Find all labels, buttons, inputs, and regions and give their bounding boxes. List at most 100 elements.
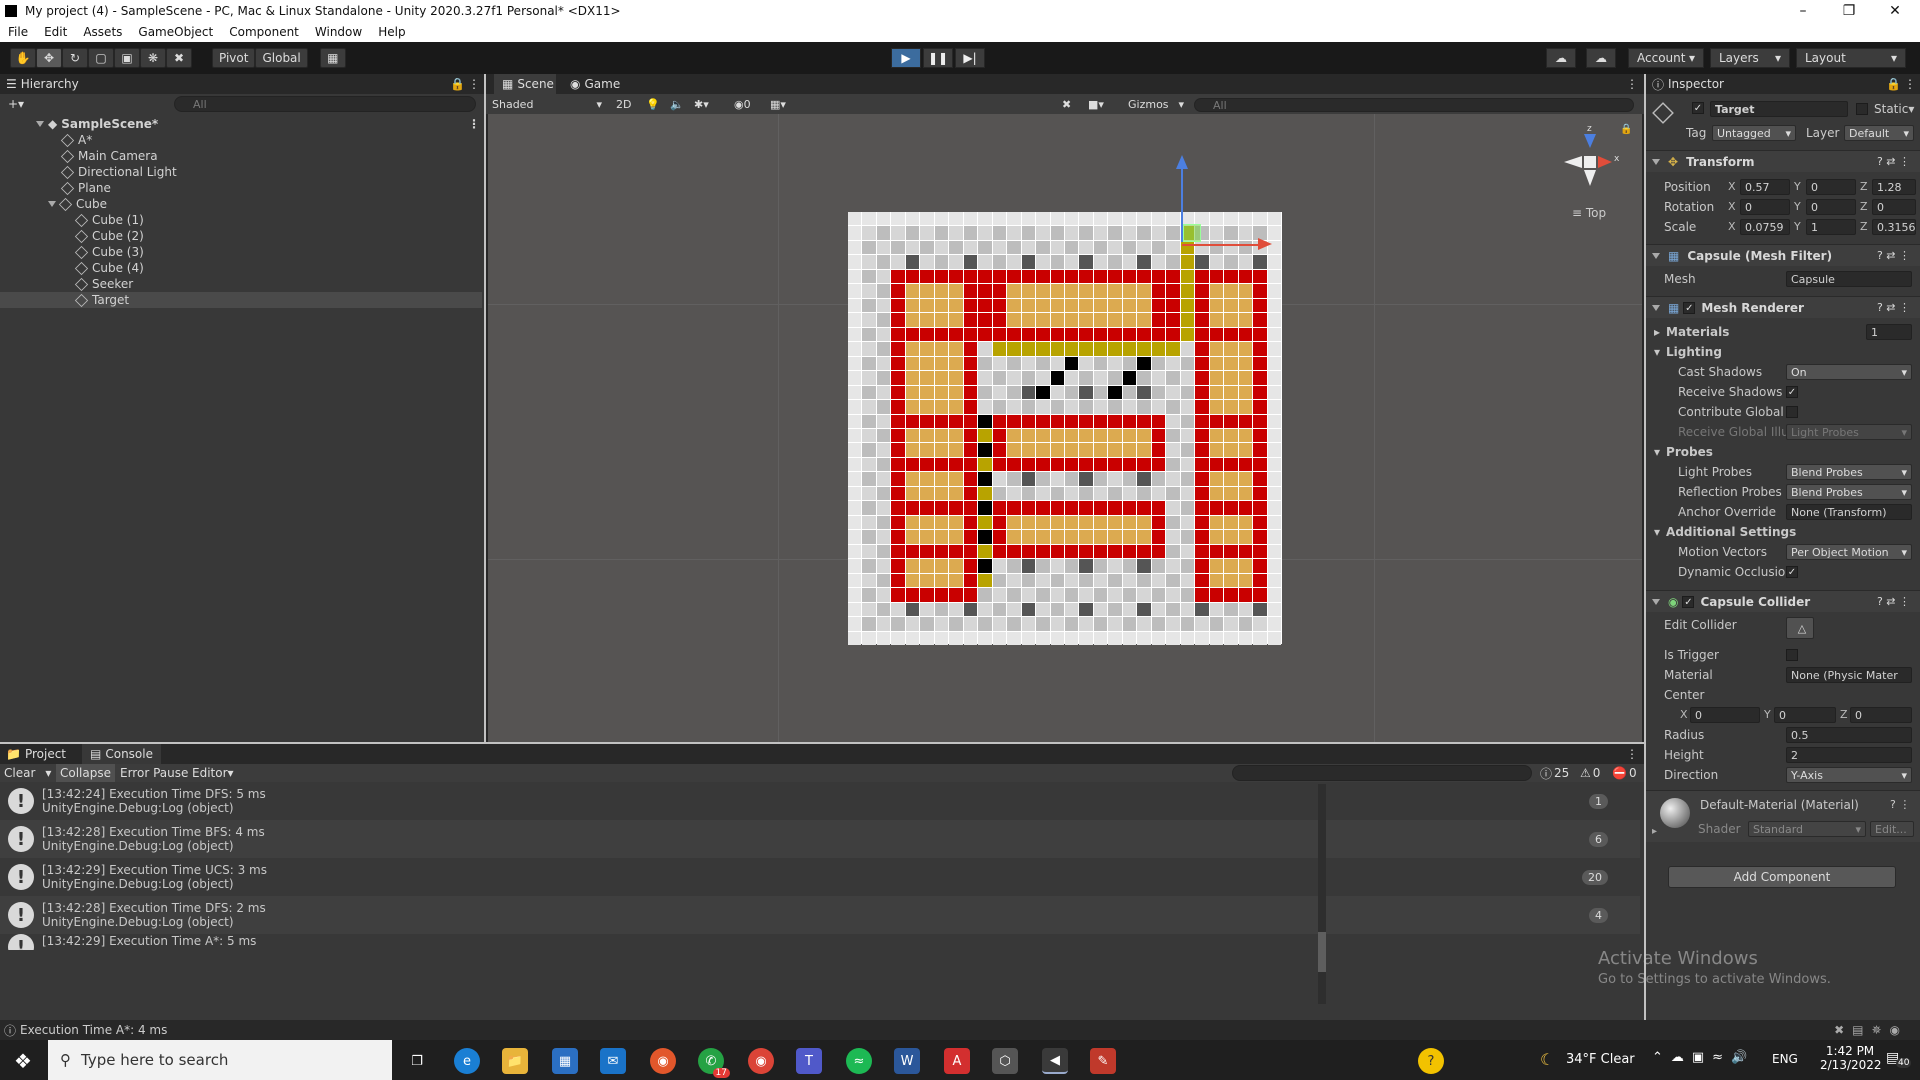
probes-foldout[interactable]: ▾ Probes — [1654, 443, 1914, 461]
foldout-icon[interactable] — [48, 201, 56, 207]
tools-icon[interactable]: ✖ — [1058, 96, 1080, 112]
transform-header[interactable]: ✥ Transform ? ⇄ ⋮ — [1646, 150, 1920, 172]
hierarchy-item-plane[interactable]: Plane — [0, 180, 482, 196]
paint-icon[interactable]: ✎ — [1090, 1048, 1116, 1074]
notification-icon[interactable]: ▤ 40 — [1886, 1050, 1912, 1068]
rotation-z-field[interactable]: 0 — [1872, 199, 1916, 215]
center-y-field[interactable]: 0 — [1774, 707, 1836, 723]
acrobat-icon[interactable]: A — [944, 1048, 970, 1074]
task-view-icon[interactable]: ❐ — [404, 1048, 430, 1074]
help-icon[interactable]: ? — [1418, 1048, 1444, 1074]
pivot-button[interactable]: Pivot — [212, 48, 256, 68]
orientation-gizmo[interactable]: z x — [1560, 122, 1620, 198]
radius-field[interactable]: 0.5 — [1786, 727, 1912, 743]
layers-dropdown[interactable]: Layers ▾ — [1710, 48, 1790, 68]
collab-icon[interactable]: ☁ — [1546, 48, 1576, 68]
active-checkbox[interactable]: ✓ — [1692, 102, 1704, 114]
hierarchy-item-astar[interactable]: A* — [0, 132, 482, 148]
warning-count-toggle[interactable]: ⚠ 0 — [1580, 763, 1600, 783]
hierarchy-item-cube-3[interactable]: Cube (3) — [0, 244, 482, 260]
static-toggle[interactable]: Static ▾ — [1856, 102, 1914, 116]
file-explorer-icon[interactable]: 📁 — [502, 1048, 528, 1074]
tray-icons[interactable]: ⌃☁▣≈🔊 — [1652, 1050, 1755, 1065]
step-button[interactable]: ▶| — [955, 48, 985, 68]
view-label[interactable]: ≡ Top — [1572, 206, 1606, 220]
capsule-collider-header[interactable]: ◉ ✓ Capsule Collider ? ⇄ ⋮ — [1646, 590, 1920, 612]
lighting-foldout[interactable]: ▾ Lighting — [1654, 343, 1914, 361]
rect-tool-icon[interactable]: ▣ — [114, 48, 140, 68]
windows-start-icon[interactable]: ❖ — [10, 1048, 36, 1074]
mesh-field[interactable]: Capsule — [1786, 271, 1912, 287]
menu-assets[interactable]: Assets — [75, 25, 130, 39]
hierarchy-item-target[interactable]: Target — [0, 292, 482, 308]
scale-y-field[interactable]: 1 — [1806, 219, 1856, 235]
object-active-toggle[interactable]: ✓ — [1692, 102, 1710, 114]
console-entry[interactable]: ! [13:42:29] Execution Time UCS: 3 ms Unit… — [0, 858, 1640, 896]
move-gizmo-plane-handle[interactable] — [1183, 224, 1201, 242]
tag-dropdown[interactable]: Untagged ▾ — [1712, 125, 1796, 141]
error-count-toggle[interactable]: ⛔ 0 — [1612, 763, 1637, 783]
add-object-button[interactable]: +▾ — [8, 94, 24, 114]
layout-dropdown[interactable]: Layout ▾ — [1796, 48, 1906, 68]
cast-shadows-dropdown[interactable]: On ▾ — [1786, 364, 1912, 380]
console-entry[interactable]: ! [13:42:24] Execution Time DFS: 5 ms Unit… — [0, 782, 1640, 820]
account-dropdown[interactable]: Account ▾ — [1628, 48, 1704, 68]
scrollbar-thumb[interactable] — [1318, 932, 1326, 972]
dynamic-occlusion-checkbox[interactable]: ✓ — [1786, 566, 1798, 578]
mesh-renderer-enabled-checkbox[interactable]: ✓ — [1683, 301, 1696, 314]
gizmos-dropdown[interactable]: Gizmos ▾ — [1124, 96, 1188, 112]
rotate-tool-icon[interactable]: ↻ — [62, 48, 88, 68]
edit-shader-button[interactable]: Edit... — [1870, 821, 1914, 837]
firefox-icon[interactable]: ◉ — [650, 1048, 676, 1074]
scale-x-field[interactable]: 0.0759 — [1740, 219, 1790, 235]
component-menu-icons[interactable]: ? ⇄ ⋮ — [1877, 595, 1910, 608]
log-count-toggle[interactable]: ⓘ 25 — [1540, 763, 1569, 783]
materials-count-field[interactable]: 1 — [1866, 324, 1912, 340]
add-component-button[interactable]: Add Component — [1668, 866, 1896, 888]
hierarchy-item-cube-2[interactable]: Cube (2) — [0, 228, 482, 244]
shading-dropdown[interactable]: Shaded ▾ — [488, 96, 606, 112]
additional-settings-foldout[interactable]: ▾ Additional Settings — [1654, 523, 1914, 541]
mail-icon[interactable]: ✉ — [600, 1048, 626, 1074]
status-text[interactable]: Execution Time A*: 4 ms — [20, 1023, 167, 1037]
center-z-field[interactable]: 0 — [1850, 707, 1912, 723]
hierarchy-item-samplescene[interactable]: ◆ SampleScene* ⋮ — [0, 116, 482, 132]
console-entry[interactable]: ! [13:42:28] Execution Time BFS: 4 ms Unit… — [0, 820, 1640, 858]
move-gizmo-x-axis[interactable] — [1182, 244, 1264, 246]
word-icon[interactable]: W — [894, 1048, 920, 1074]
contribute-gi-checkbox[interactable] — [1786, 406, 1798, 418]
arrow-up-icon[interactable] — [1176, 155, 1188, 169]
center-x-field[interactable]: 0 — [1690, 707, 1760, 723]
unity-hub-icon[interactable]: ⬡ — [992, 1048, 1018, 1074]
foldout-icon[interactable] — [1652, 252, 1660, 259]
hierarchy-item-cube-1[interactable]: Cube (1) — [0, 212, 482, 228]
chrome-icon[interactable]: ◉ — [748, 1048, 774, 1074]
menu-file[interactable]: File — [0, 25, 36, 39]
component-menu-icons[interactable]: ? ⇄ ⋮ — [1877, 155, 1910, 168]
effects-dropdown[interactable]: ✱▾ — [690, 96, 726, 112]
tab-hierarchy[interactable]: ☰ Hierarchy — [6, 74, 79, 94]
mesh-filter-header[interactable]: ▦ Capsule (Mesh Filter) ? ⇄ ⋮ — [1646, 244, 1920, 266]
capsule-collider-enabled-checkbox[interactable]: ✓ — [1682, 595, 1695, 608]
language-indicator[interactable]: ENG — [1772, 1052, 1798, 1066]
console-entry[interactable]: ! [13:42:28] Execution Time DFS: 2 ms Unit… — [0, 896, 1640, 934]
weather-text[interactable]: 34°F Clear — [1566, 1052, 1635, 1067]
direction-dropdown[interactable]: Y-Axis ▾ — [1786, 767, 1912, 783]
is-trigger-checkbox[interactable] — [1786, 649, 1798, 661]
rotation-x-field[interactable]: 0 — [1740, 199, 1790, 215]
tab-inspector[interactable]: ⓘ Inspector — [1652, 74, 1724, 94]
play-button[interactable]: ▶ — [891, 48, 921, 68]
pause-button[interactable]: ❚❚ — [923, 48, 953, 68]
editor-dropdown[interactable]: Editor ▾ — [192, 763, 234, 783]
menu-gameobject[interactable]: GameObject — [130, 25, 221, 39]
taskbar-search-box[interactable]: ⚲ Type here to search — [48, 1040, 392, 1080]
status-icons[interactable]: ✖▤✵◉ — [1834, 1023, 1908, 1037]
hand-tool-icon[interactable]: ✋ — [10, 48, 36, 68]
tab-scene[interactable]: ▦ Scene — [494, 74, 556, 94]
shader-dropdown[interactable]: Standard ▾ — [1748, 821, 1866, 837]
lock-icon[interactable]: 🔒 — [450, 74, 465, 94]
console-entry[interactable]: ! [13:42:29] Execution Time A*: 5 ms — [0, 934, 1640, 950]
grid-dropdown[interactable]: ▦▾ — [766, 96, 806, 112]
teams-icon[interactable]: T — [796, 1048, 822, 1074]
more-options-icon[interactable]: ⋮ — [1626, 744, 1638, 764]
